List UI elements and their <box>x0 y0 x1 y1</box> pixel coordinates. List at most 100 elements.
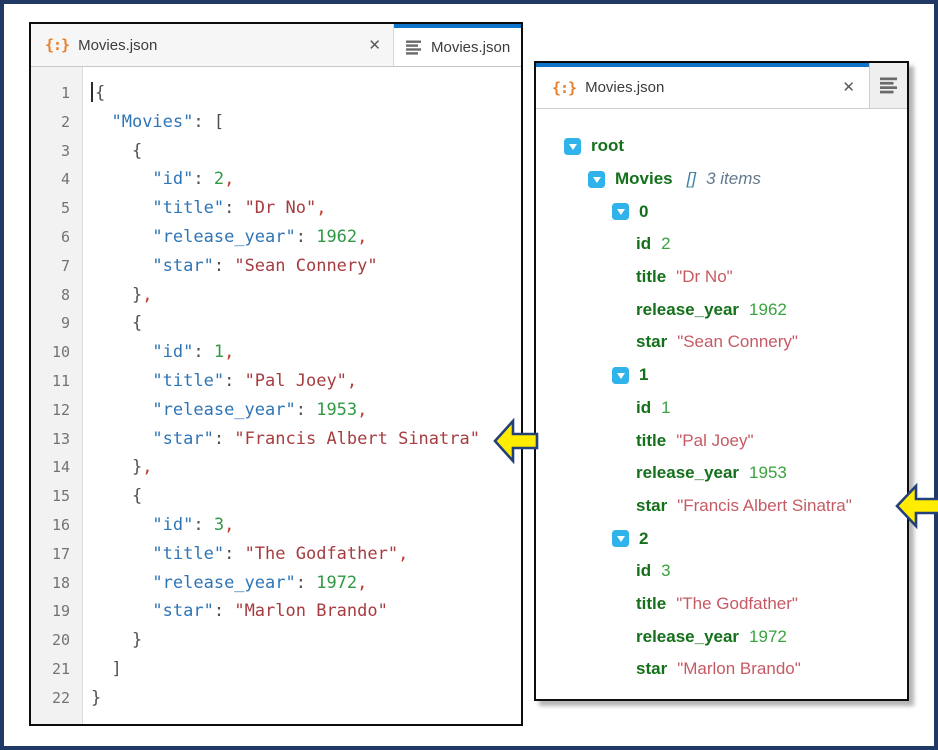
chevron-down-icon <box>617 373 625 379</box>
tree-row[interactable]: title"Dr No" <box>536 261 907 294</box>
line-number: 17 <box>31 540 70 569</box>
item-count: 3 items <box>706 169 761 189</box>
tree-row[interactable]: star"Sean Connery" <box>536 326 907 359</box>
annotation-arrow-left <box>493 417 539 465</box>
tree-key: 2 <box>639 529 648 549</box>
tree-value: 1962 <box>749 300 787 320</box>
json-tree: rootMovies[]3 items0id2title"Dr No"relea… <box>536 109 907 699</box>
code-line: }, <box>91 453 521 482</box>
code-line: "title": "The Godfather", <box>91 540 521 569</box>
tree-value: 3 <box>661 561 670 581</box>
line-number: 6 <box>31 223 70 252</box>
collapse-toggle-icon[interactable] <box>588 171 605 188</box>
line-number: 2 <box>31 108 70 137</box>
code-line: { <box>91 137 521 166</box>
tree-key: star <box>636 496 667 516</box>
chevron-down-icon <box>617 209 625 215</box>
collapse-toggle-icon[interactable] <box>612 530 629 547</box>
tree-key: id <box>636 561 651 581</box>
code-line: "release_year": 1962, <box>91 223 521 252</box>
tree-key: title <box>636 594 666 614</box>
outer-frame: {:} Movies.json ✕ Movies.json 1234567891… <box>0 0 938 750</box>
tree-row[interactable]: title "Pal Joey" <box>536 424 907 457</box>
line-number: 15 <box>31 482 70 511</box>
code-line: "title": "Pal Joey", <box>91 367 521 396</box>
list-view-tab[interactable] <box>869 63 907 108</box>
list-view-icon <box>406 40 422 55</box>
tree-key: id <box>636 234 651 254</box>
tree-value: "Marlon Brando" <box>677 659 801 679</box>
tree-row[interactable]: id 2 <box>536 228 907 261</box>
viewer-tab-movies-json[interactable]: {:} Movies.json ✕ <box>536 63 869 108</box>
json-braces-icon: {:} <box>45 36 69 54</box>
code-line: "Movies": [ <box>91 108 521 137</box>
line-number: 13 <box>31 425 70 454</box>
tree-row[interactable]: Movies [] 3 items <box>536 163 907 196</box>
tree-row[interactable]: release_year1962 <box>536 293 907 326</box>
tab-movies-json-source[interactable]: {:} Movies.json ✕ <box>31 24 394 66</box>
code-line: } <box>91 684 521 713</box>
code-line: "star": "Marlon Brando" <box>91 597 521 626</box>
tab-label: Movies.json <box>585 79 664 96</box>
viewer-header: {:} Movies.json ✕ <box>536 63 907 109</box>
tree-value: 1953 <box>749 463 787 483</box>
tree-key: star <box>636 659 667 679</box>
array-bracket-hint: [] <box>687 169 696 189</box>
line-number: 19 <box>31 597 70 626</box>
line-number: 16 <box>31 511 70 540</box>
close-icon[interactable]: ✕ <box>368 38 381 53</box>
code-line: "id": 1, <box>91 338 521 367</box>
tree-key: release_year <box>636 463 739 483</box>
code-line: } <box>91 626 521 655</box>
tree-value: 2 <box>661 234 670 254</box>
tree-viewer-window: {:} Movies.json ✕ rootMovies[]3 items0id… <box>534 61 909 701</box>
chevron-down-icon <box>593 177 601 183</box>
collapse-toggle-icon[interactable] <box>564 138 581 155</box>
tree-row[interactable]: 1 <box>536 359 907 392</box>
tree-row[interactable]: release_year1972 <box>536 620 907 653</box>
tree-value: 1 <box>661 398 670 418</box>
tree-value: 1972 <box>749 627 787 647</box>
tree-row[interactable]: root <box>536 130 907 163</box>
tree-key: root <box>591 136 624 156</box>
collapse-toggle-icon[interactable] <box>612 203 629 220</box>
code-line: "star": "Sean Connery" <box>91 252 521 281</box>
tab-label: Movies.json <box>78 37 157 54</box>
line-number: 11 <box>31 367 70 396</box>
tree-row[interactable]: title"The Godfather" <box>536 588 907 621</box>
code-area[interactable]: { "Movies": [ { "id": 2, "title": "Dr No… <box>83 67 521 724</box>
code-line: "release_year": 1972, <box>91 569 521 598</box>
code-line: { <box>91 309 521 338</box>
tree-key: Movies <box>615 169 673 189</box>
line-number: 20 <box>31 626 70 655</box>
line-number-gutter: 12345678910111213141516171819202122 <box>31 67 83 724</box>
tab-movies-json-treeview[interactable]: Movies.json <box>394 24 521 66</box>
tree-value: "Francis Albert Sinatra" <box>677 496 852 516</box>
line-number: 9 <box>31 309 70 338</box>
line-number: 3 <box>31 137 70 166</box>
editor-body: 12345678910111213141516171819202122 { "M… <box>31 67 521 724</box>
list-view-icon <box>880 77 898 94</box>
chevron-down-icon <box>569 144 577 150</box>
tree-row[interactable]: 2 <box>536 522 907 555</box>
json-braces-icon: {:} <box>552 79 576 97</box>
line-number: 12 <box>31 396 70 425</box>
tree-value: "Pal Joey" <box>676 431 753 451</box>
tree-row[interactable]: id1 <box>536 392 907 425</box>
code-line: "star": "Francis Albert Sinatra" <box>91 425 521 454</box>
line-number: 21 <box>31 655 70 684</box>
code-line: "release_year": 1953, <box>91 396 521 425</box>
line-number: 14 <box>31 453 70 482</box>
collapse-toggle-icon[interactable] <box>612 367 629 384</box>
tree-row[interactable]: star "Marlon Brando" <box>536 653 907 686</box>
close-icon[interactable]: ✕ <box>842 80 855 95</box>
tree-row[interactable]: 0 <box>536 195 907 228</box>
tab-label: Movies.json <box>431 39 510 56</box>
editor-tab-bar: {:} Movies.json ✕ Movies.json <box>31 24 521 67</box>
tree-row[interactable]: star "Francis Albert Sinatra" <box>536 490 907 523</box>
line-number: 10 <box>31 338 70 367</box>
tree-row[interactable]: release_year 1953 <box>536 457 907 490</box>
tree-key: title <box>636 267 666 287</box>
tree-key: title <box>636 431 666 451</box>
tree-row[interactable]: id 3 <box>536 555 907 588</box>
